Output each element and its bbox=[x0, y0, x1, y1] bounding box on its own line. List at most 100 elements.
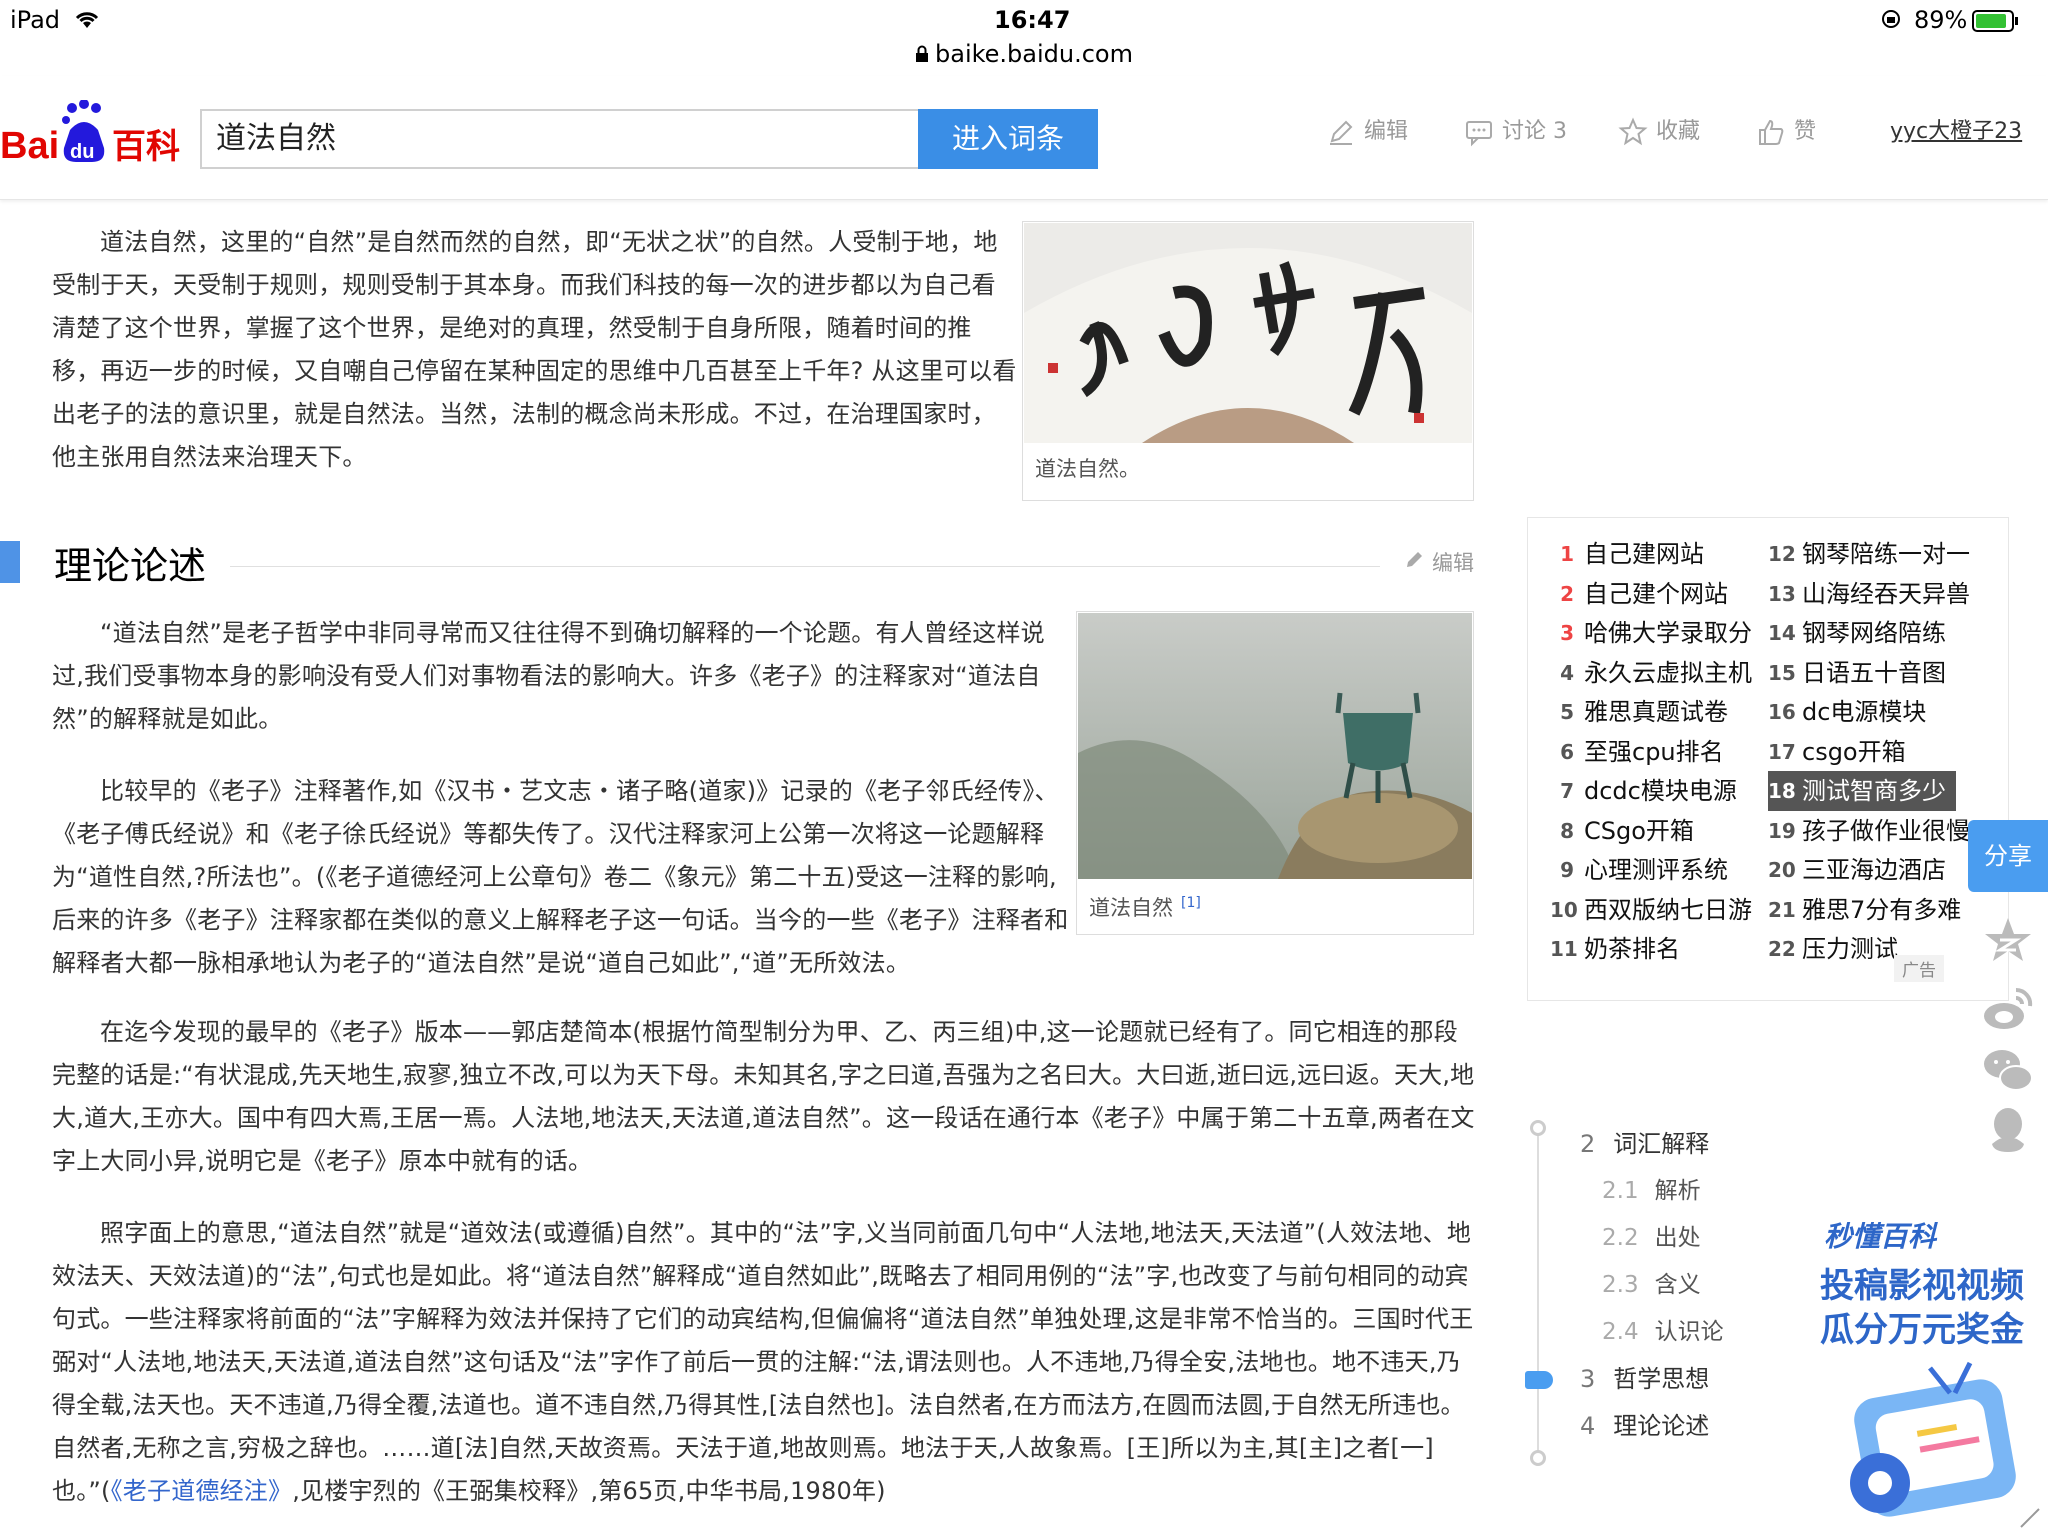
edit-label: 编辑 bbox=[1364, 119, 1409, 144]
section-edit-button[interactable]: 编辑 bbox=[1404, 548, 1474, 578]
toc-item[interactable]: 3 哲学思想 bbox=[1580, 1359, 1709, 1399]
thumbs-up-icon bbox=[1756, 117, 1786, 147]
address-bar[interactable]: baike.baidu.com bbox=[0, 40, 2048, 76]
ad-rank: 11 bbox=[1550, 937, 1578, 961]
ad-text: 雅思真题试卷 bbox=[1584, 698, 1728, 726]
share-button[interactable]: 分享 bbox=[1968, 820, 2048, 892]
ad-rank: 4 bbox=[1560, 660, 1574, 685]
ad-rank: 7 bbox=[1560, 779, 1574, 803]
ad-item[interactable]: 1 自己建网站 bbox=[1550, 534, 1704, 574]
ad-item[interactable]: 8 CSgo开箱 bbox=[1550, 811, 1694, 851]
ad-rank: 14 bbox=[1768, 621, 1796, 645]
ad-item[interactable]: 17 csgo开箱 bbox=[1768, 732, 1906, 772]
figure-caption: 道法自然。 bbox=[1035, 457, 1140, 481]
toc-label: 词汇解释 bbox=[1613, 1130, 1710, 1158]
close-ad-icon[interactable] bbox=[2018, 1506, 2042, 1534]
toc-number: 2 bbox=[1580, 1130, 1596, 1158]
device-name: iPad bbox=[10, 6, 61, 34]
toc-item[interactable]: 4 理论论述 bbox=[1580, 1406, 1709, 1446]
figure-caption-text: 道法自然 bbox=[1089, 896, 1173, 920]
ad-text: 山海经吞天异兽 bbox=[1802, 579, 1970, 608]
ad-label[interactable]: 广告 bbox=[1894, 955, 1944, 982]
ad-rank: 15 bbox=[1768, 660, 1796, 685]
ad-item[interactable]: 12 钢琴陪练一对一 bbox=[1768, 534, 1970, 574]
ad-item[interactable]: 10 西双版纳七日游 bbox=[1550, 890, 1752, 930]
ad-rank: 1 bbox=[1560, 542, 1574, 566]
toc-item[interactable]: 2.2 出处 bbox=[1602, 1218, 1701, 1258]
ad-item[interactable]: 11 奶茶排名 bbox=[1550, 929, 1680, 969]
ad-rank: 12 bbox=[1768, 542, 1796, 566]
ad-item[interactable]: 22 压力测试 bbox=[1768, 929, 1898, 969]
toc-label: 出处 bbox=[1654, 1225, 1701, 1251]
collect-button[interactable]: 收藏 bbox=[1618, 114, 1700, 150]
ad-item[interactable]: 7 dcdc模块电源 bbox=[1550, 771, 1737, 811]
toc-label: 哲学思想 bbox=[1613, 1365, 1710, 1393]
ad-item[interactable]: 6 至强cpu排名 bbox=[1550, 732, 1724, 772]
ad-text: 心理测评系统 bbox=[1584, 856, 1728, 884]
ad-text: dcdc模块电源 bbox=[1584, 777, 1737, 805]
ad-text: 压力测试 bbox=[1802, 935, 1898, 963]
toc-label: 含义 bbox=[1654, 1272, 1701, 1298]
ad-text: 哈佛大学录取分 bbox=[1584, 619, 1752, 647]
laozi-commentary-link[interactable]: 《老子道德经注》 bbox=[111, 1477, 293, 1505]
discuss-button[interactable]: 讨论 3 bbox=[1464, 114, 1567, 150]
toc-label: 解析 bbox=[1654, 1178, 1701, 1204]
toc-number: 2.3 bbox=[1602, 1272, 1639, 1298]
figure-bronze-vessel[interactable]: 道法自然 [1] bbox=[1076, 611, 1474, 935]
comment-icon bbox=[1464, 117, 1494, 147]
ad-item[interactable]: 21 雅思7分有多难 bbox=[1768, 890, 1961, 930]
tv-mascot-illustration[interactable] bbox=[1830, 1348, 2030, 1532]
ad-item[interactable]: 4 永久云虚拟主机 bbox=[1550, 653, 1752, 693]
promo-line-2[interactable]: 瓜分万元奖金 bbox=[1820, 1302, 2024, 1351]
toc-item[interactable]: 2 词汇解释 bbox=[1580, 1124, 1709, 1164]
qzone-share-icon[interactable] bbox=[1978, 910, 2038, 970]
ad-item[interactable]: 19 孩子做作业很慢 bbox=[1768, 811, 1970, 851]
ad-text: 奶茶排名 bbox=[1584, 935, 1680, 963]
ad-rank: 9 bbox=[1560, 858, 1574, 882]
ad-item[interactable]: 15 日语五十音图 bbox=[1768, 653, 1946, 693]
discuss-label: 讨论 3 bbox=[1502, 119, 1567, 144]
toc-number: 3 bbox=[1580, 1365, 1596, 1393]
paragraph-text: ,见楼宇烈的《王弼集校释》,第65页,中华书局,1980年) bbox=[292, 1477, 886, 1505]
user-link[interactable]: yyc大橙子23 bbox=[1890, 114, 2022, 150]
toc-bottom-marker bbox=[1530, 1450, 1546, 1466]
ad-item[interactable]: 13 山海经吞天异兽 bbox=[1768, 574, 1970, 614]
ad-item[interactable]: 18 测试智商多少 bbox=[1768, 771, 1956, 811]
toc-item[interactable]: 2.3 含义 bbox=[1602, 1265, 1701, 1305]
toc-item[interactable]: 2.1 解析 bbox=[1602, 1171, 1701, 1211]
status-bar: iPad 16:47 89% bbox=[0, 0, 2048, 40]
star-icon bbox=[1618, 117, 1648, 147]
wechat-share-icon[interactable] bbox=[1978, 1040, 2038, 1100]
ad-text: 钢琴陪练一对一 bbox=[1802, 540, 1970, 568]
enter-entry-button[interactable]: 进入词条 bbox=[918, 109, 1098, 169]
ad-item[interactable]: 3 哈佛大学录取分 bbox=[1550, 613, 1752, 653]
pencil-icon bbox=[1326, 117, 1356, 147]
ad-item[interactable]: 14 钢琴网络陪练 bbox=[1768, 613, 1946, 653]
ad-item[interactable]: 20 三亚海边酒店 bbox=[1768, 850, 1946, 890]
ad-text: csgo开箱 bbox=[1802, 737, 1906, 766]
ad-item[interactable]: 16 dc电源模块 bbox=[1768, 692, 1926, 732]
miaodong-baike-logo[interactable]: 秒懂百科 bbox=[1824, 1215, 1936, 1255]
reference-link[interactable]: [1] bbox=[1181, 895, 1201, 911]
ad-rank: 3 bbox=[1560, 621, 1574, 645]
qq-share-icon[interactable] bbox=[1978, 1100, 2038, 1160]
ad-item[interactable]: 2 自己建个网站 bbox=[1550, 574, 1728, 614]
ad-text: 三亚海边酒店 bbox=[1802, 856, 1946, 884]
baidu-baike-logo[interactable]: Bai du 百科 bbox=[0, 99, 190, 170]
like-button[interactable]: 赞 bbox=[1756, 114, 1816, 150]
weibo-share-icon[interactable] bbox=[1978, 980, 2038, 1040]
toc-number: 2.4 bbox=[1602, 1319, 1639, 1345]
promo-line-1[interactable]: 投稿影视视频 bbox=[1820, 1258, 2024, 1307]
figure-calligraphy[interactable]: 道法自然。 bbox=[1022, 221, 1474, 501]
logo-bai: Bai bbox=[0, 125, 59, 167]
section-edit-label: 编辑 bbox=[1432, 551, 1474, 575]
search-input[interactable]: 道法自然 bbox=[200, 109, 918, 169]
edit-button[interactable]: 编辑 bbox=[1326, 114, 1408, 150]
ad-list: 1 自己建网站 2 自己建个网站 3 哈佛大学录取分 4 永久云虚拟主机 5 雅思真题试卷 6 至强c… bbox=[1528, 518, 2008, 998]
like-label: 赞 bbox=[1794, 119, 1817, 144]
toc-item[interactable]: 2.4 认识论 bbox=[1602, 1312, 1724, 1352]
ad-item[interactable]: 5 雅思真题试卷 bbox=[1550, 692, 1728, 732]
ad-item[interactable]: 9 心理测评系统 bbox=[1550, 850, 1728, 890]
ad-rank: 20 bbox=[1768, 858, 1796, 882]
ad-text: 永久云虚拟主机 bbox=[1584, 658, 1752, 687]
